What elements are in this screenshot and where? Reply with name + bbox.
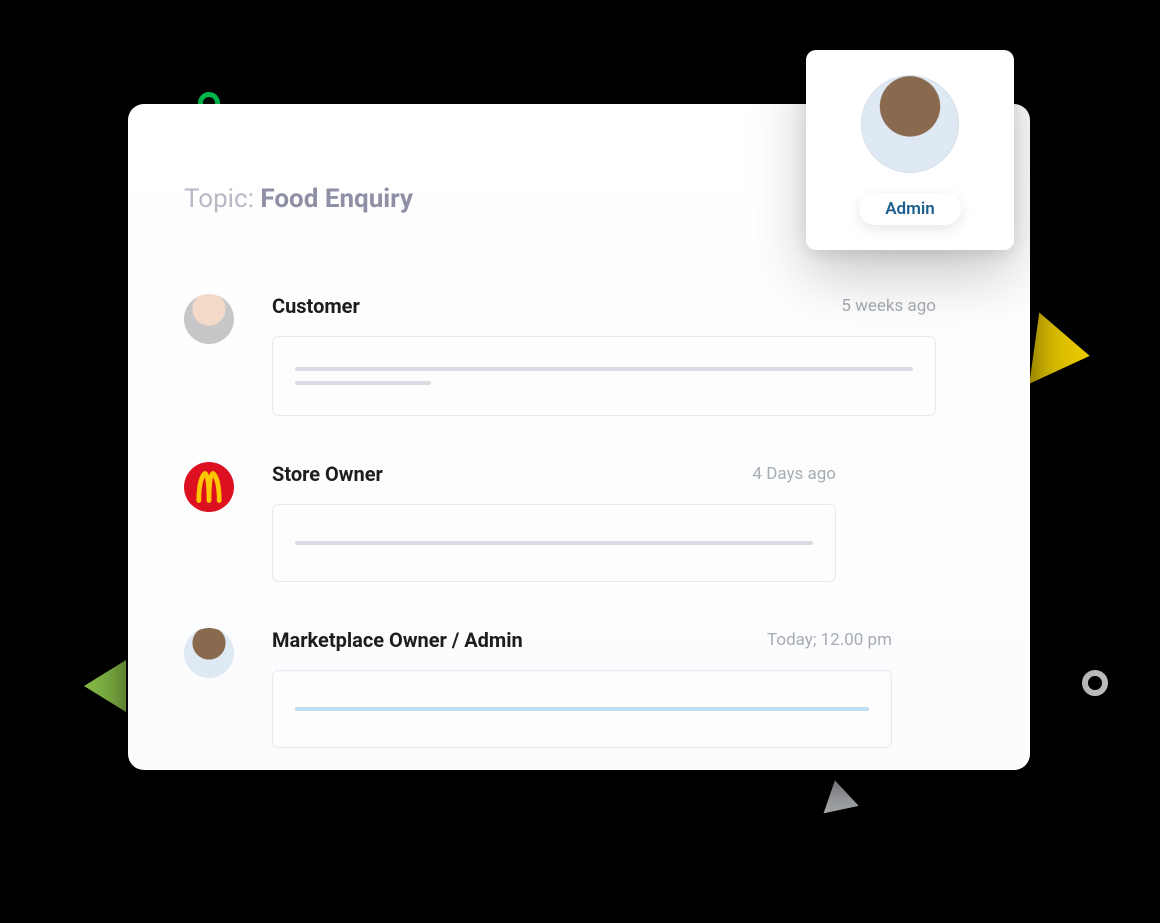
thread-timestamp: Today; 12.00 pm — [767, 630, 892, 650]
decorative-triangle-grey — [817, 777, 858, 814]
admin-card: Admin — [806, 50, 1014, 250]
decorative-triangle-yellow — [1029, 312, 1094, 391]
thread-role: Customer — [272, 294, 360, 318]
skeleton-line — [295, 541, 813, 545]
admin-avatar — [861, 75, 959, 173]
avatar — [184, 628, 234, 678]
thread-role: Store Owner — [272, 462, 383, 486]
message-body — [272, 670, 892, 748]
skeleton-line — [295, 707, 869, 711]
skeleton-line — [295, 381, 431, 385]
mcdonalds-icon — [192, 470, 226, 504]
thread-item: Marketplace Owner / Admin Today; 12.00 p… — [184, 628, 974, 748]
thread-timestamp: 5 weeks ago — [841, 296, 936, 316]
avatar — [184, 294, 234, 344]
thread-role: Marketplace Owner / Admin — [272, 628, 523, 652]
message-body — [272, 504, 836, 582]
decorative-ring-grey — [1082, 670, 1108, 696]
decorative-triangle-green — [84, 660, 126, 712]
thread-item: Store Owner 4 Days ago — [184, 462, 974, 582]
topic-label: Topic: — [184, 184, 254, 214]
thread-timestamp: 4 Days ago — [752, 464, 836, 484]
avatar-store-logo — [184, 462, 234, 512]
skeleton-line — [295, 367, 913, 371]
topic-value: Food Enquiry — [260, 184, 413, 214]
admin-badge: Admin — [859, 193, 961, 225]
message-body — [272, 336, 936, 416]
thread-item: Customer 5 weeks ago — [184, 294, 974, 416]
